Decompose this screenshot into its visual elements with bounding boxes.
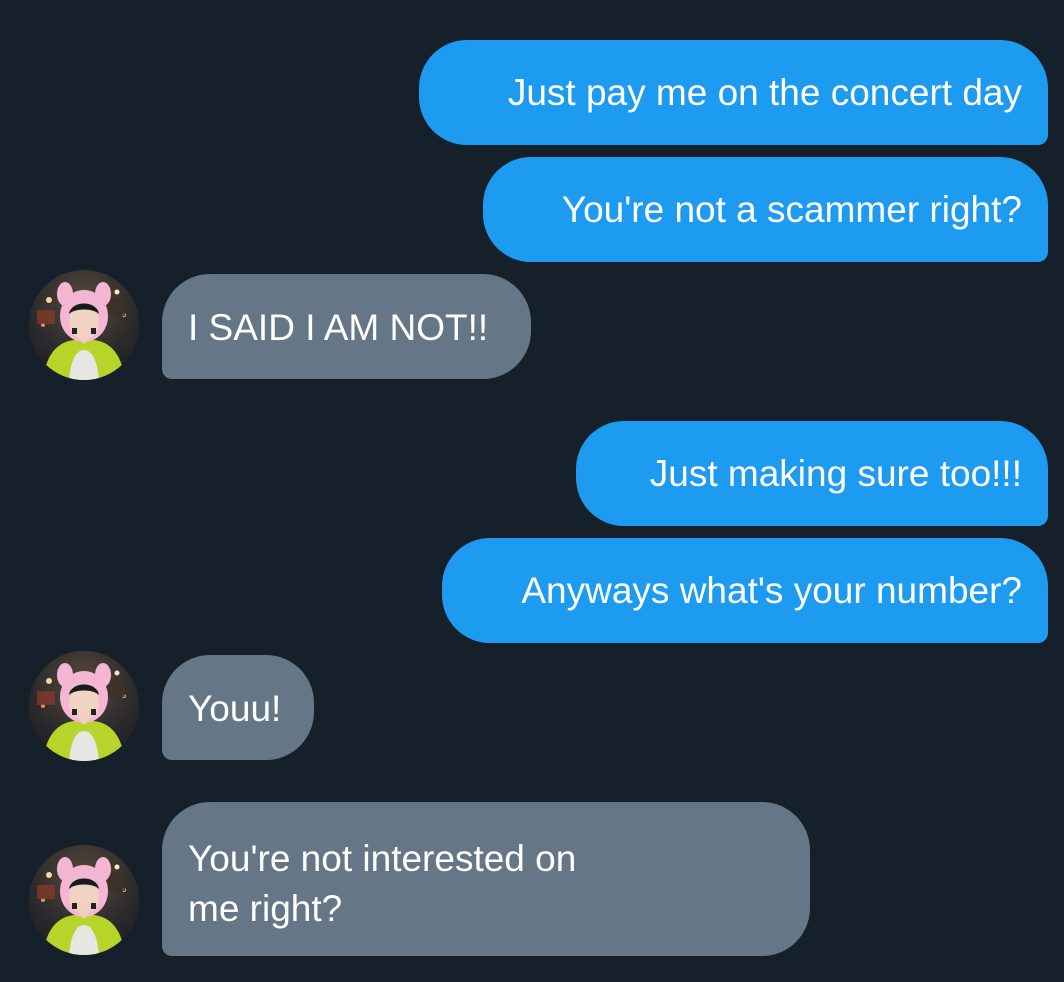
sender-avatar[interactable] (29, 845, 139, 955)
profile-photo (29, 651, 139, 761)
outgoing-message[interactable]: You're not a scammer right? (483, 157, 1048, 262)
incoming-message[interactable]: I SAID I AM NOT!! (162, 274, 531, 379)
outgoing-message[interactable]: Just making sure too!!! (576, 421, 1048, 526)
profile-photo (29, 845, 139, 955)
sender-avatar[interactable] (29, 270, 139, 380)
outgoing-message[interactable]: Anyways what's your number? (442, 538, 1048, 643)
message-line: me right? (188, 888, 343, 929)
incoming-message[interactable]: Youu! (162, 655, 314, 760)
message-thread: Just pay me on the concert day You're no… (0, 0, 1064, 982)
message-line: You're not interested on (188, 838, 577, 879)
profile-photo (29, 270, 139, 380)
incoming-message[interactable]: You're not interested on me right? (162, 802, 810, 956)
sender-avatar[interactable] (29, 651, 139, 761)
outgoing-message[interactable]: Just pay me on the concert day (419, 40, 1048, 145)
